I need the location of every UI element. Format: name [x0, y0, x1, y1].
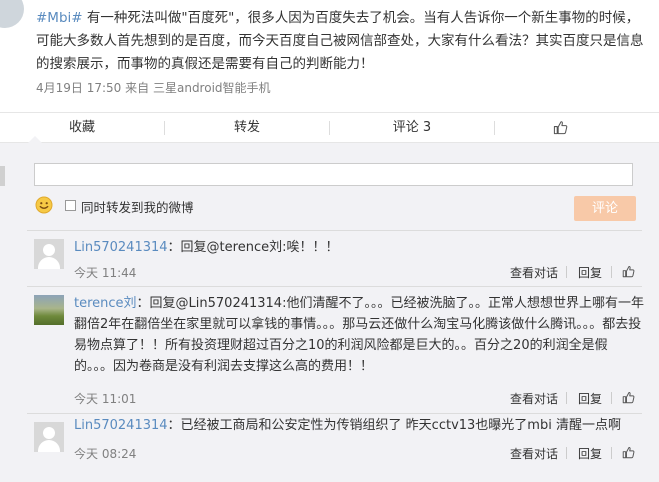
comment-time: 今天 11:44: [74, 266, 137, 280]
weibo-post: #Mbi# 有一种死法叫做"百度死"，很多人因为百度失去了机会。当有人告诉你一个…: [0, 0, 659, 112]
thumb-up-icon[interactable]: [622, 446, 635, 459]
comment-body: ：已经被工商局和公安定性为传销组织了 昨天cctv13也曝光了mbi 清醒一点啊: [167, 418, 621, 433]
post-meta: 4月19日 17:50 来自 三星android智能手机: [36, 79, 271, 96]
avatar[interactable]: [34, 295, 64, 325]
post-hashtag[interactable]: #Mbi#: [36, 10, 83, 26]
action-divider: [494, 121, 495, 135]
thumb-up-icon[interactable]: [622, 391, 635, 404]
comment-text: Lin570241314：已经被工商局和公安定性为传销组织了 昨天cctv13也…: [74, 415, 644, 436]
comment-body: ：回复@Lin570241314:他们清醒不了。。。已经被洗脑了。。正常人想想世…: [74, 296, 644, 374]
op-divider: [566, 392, 567, 404]
post-time[interactable]: 4月19日 17:50: [36, 81, 121, 95]
repost-button[interactable]: 转发: [165, 113, 329, 142]
sync-repost-checkbox[interactable]: [65, 200, 76, 211]
post-action-bar: 收藏 转发 评论 3: [0, 112, 659, 143]
comment-user[interactable]: terence刘: [74, 296, 137, 311]
side-strip: [0, 166, 5, 186]
comment-pointer: [28, 136, 42, 143]
avatar[interactable]: [34, 422, 64, 452]
comment-time: 今天 11:01: [74, 392, 137, 406]
avatar[interactable]: [34, 239, 64, 269]
view-conversation-link[interactable]: 查看对话: [510, 264, 558, 281]
sync-repost-label: 同时转发到我的微博: [81, 200, 194, 215]
comment-input[interactable]: [34, 163, 633, 186]
collect-button[interactable]: 收藏: [0, 113, 164, 142]
op-divider: [611, 266, 612, 278]
smiley-icon[interactable]: [35, 196, 53, 214]
comment-divider: [27, 230, 642, 231]
view-conversation-link[interactable]: 查看对话: [510, 445, 558, 462]
comment-user[interactable]: Lin570241314: [74, 240, 168, 255]
op-divider: [566, 447, 567, 459]
op-divider: [611, 392, 612, 404]
comment-divider: [27, 413, 642, 414]
reply-link[interactable]: 回复: [578, 445, 602, 462]
comment-user[interactable]: Lin570241314: [74, 418, 168, 433]
reply-link[interactable]: 回复: [578, 390, 602, 407]
comment-section: 同时转发到我的微博 评论 Lin570241314：回复@terence刘:唉！…: [0, 136, 659, 482]
thumb-up-icon[interactable]: [622, 265, 635, 278]
reply-link[interactable]: 回复: [578, 264, 602, 281]
thumb-up-icon[interactable]: [553, 120, 568, 135]
poster-avatar[interactable]: [0, 0, 24, 28]
op-divider: [566, 266, 567, 278]
post-body: 有一种死法叫做"百度死"，很多人因为百度失去了机会。当有人告诉你一个新生事物的时…: [36, 10, 644, 72]
op-divider: [611, 447, 612, 459]
post-source[interactable]: 三星android智能手机: [153, 81, 271, 95]
comment-body: ：回复@terence刘:唉！！！: [167, 240, 339, 255]
view-conversation-link[interactable]: 查看对话: [510, 390, 558, 407]
submit-comment-button[interactable]: 评论: [574, 196, 636, 221]
comment-text: Lin570241314：回复@terence刘:唉！！！: [74, 237, 644, 258]
post-source-prefix: 来自: [125, 81, 150, 95]
comment-text: terence刘：回复@Lin570241314:他们清醒不了。。。已经被洗脑了…: [74, 293, 644, 377]
comment-button[interactable]: 评论 3: [330, 113, 494, 142]
comment-divider: [27, 286, 642, 287]
comment-time: 今天 08:24: [74, 447, 137, 461]
post-text: #Mbi# 有一种死法叫做"百度死"，很多人因为百度失去了机会。当有人告诉你一个…: [36, 7, 648, 76]
